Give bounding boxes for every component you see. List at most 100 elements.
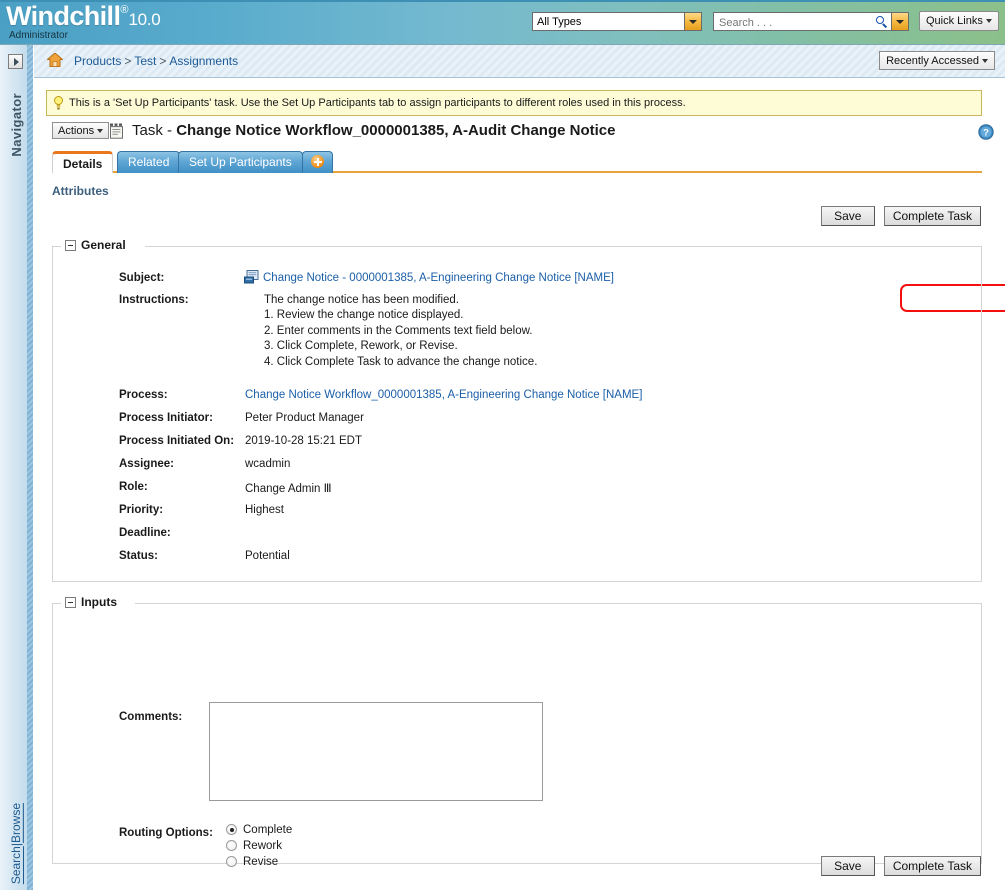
- routing-option-revise-label: Revise: [243, 856, 279, 868]
- type-filter-value: All Types: [537, 16, 582, 28]
- rail-links-separator: |: [9, 842, 23, 846]
- instructions-label: Instructions:: [119, 294, 189, 306]
- priority-label: Priority:: [119, 504, 164, 516]
- attributes-heading: Attributes: [52, 184, 109, 198]
- general-legend-label: General: [81, 238, 126, 252]
- type-filter-select[interactable]: All Types: [532, 12, 702, 31]
- collapse-toggle-icon[interactable]: [65, 597, 76, 609]
- rail-stripe: [27, 45, 33, 890]
- routing-option-complete[interactable]: Complete: [226, 824, 292, 836]
- subject-link[interactable]: Change Notice - 0000001385, A-Engineerin…: [263, 272, 614, 284]
- breadcrumb-separator: >: [124, 54, 132, 68]
- navigator-label: Navigator: [9, 93, 24, 157]
- process-label: Process:: [119, 389, 168, 401]
- actions-label: Actions: [58, 125, 95, 137]
- svg-text:?: ?: [983, 128, 989, 139]
- app-header: Windchill®10.0 Administrator All Types Q…: [0, 0, 1005, 45]
- process-initiator-label: Process Initiator:: [119, 412, 213, 424]
- instructions-line: 4. Click Complete Task to advance the ch…: [264, 355, 538, 368]
- radio-complete[interactable]: [226, 824, 237, 836]
- brand-name: Windchill: [6, 1, 121, 31]
- main-content: This is a 'Set Up Participants' task. Us…: [34, 78, 1005, 890]
- role-label: Role:: [119, 481, 148, 493]
- radio-rework[interactable]: [226, 840, 237, 852]
- tab-add[interactable]: [302, 151, 333, 173]
- recently-accessed-button[interactable]: Recently Accessed: [879, 51, 995, 70]
- brand-registered-mark: ®: [120, 4, 129, 16]
- tab-details[interactable]: Details: [52, 151, 114, 173]
- tab-related-label: Related: [128, 155, 170, 169]
- help-icon[interactable]: ?: [978, 124, 994, 140]
- process-initiated-on-label: Process Initiated On:: [119, 435, 235, 447]
- inputs-legend-label: Inputs: [81, 595, 117, 609]
- chevron-down-icon: [985, 19, 992, 24]
- process-link[interactable]: Change Notice Workflow_0000001385, A-Eng…: [245, 389, 642, 401]
- app-logo: Windchill®10.0: [6, 1, 161, 32]
- instructions-line: 3. Click Complete, Rework, or Revise.: [264, 340, 458, 353]
- tab-bar: Details Related Set Up Participants: [52, 151, 982, 173]
- complete-task-button[interactable]: Complete Task: [883, 206, 981, 226]
- current-user-label: Administrator: [9, 30, 68, 41]
- browse-link[interactable]: Browse: [9, 803, 23, 843]
- search-input[interactable]: [717, 15, 873, 30]
- process-initiator-value: Peter Product Manager: [245, 412, 364, 424]
- instructions-line: 1. Review the change notice displayed.: [264, 309, 464, 322]
- top-button-row: Save Complete Task: [815, 206, 981, 226]
- routing-option-complete-label: Complete: [243, 824, 293, 836]
- add-tab-icon: [311, 155, 324, 169]
- search-options-chevron-down-icon[interactable]: [891, 13, 908, 30]
- search-icon[interactable]: [872, 13, 891, 30]
- expand-right-icon[interactable]: [8, 54, 23, 69]
- routing-options-label: Routing Options:: [119, 827, 213, 839]
- general-section: General Subject: Change Notice - 0000001…: [52, 238, 982, 582]
- collapse-toggle-icon[interactable]: [65, 240, 76, 252]
- tab-set-up-participants[interactable]: Set Up Participants: [178, 151, 303, 173]
- routing-option-revise[interactable]: Revise: [226, 856, 278, 868]
- routing-option-rework[interactable]: Rework: [226, 840, 282, 852]
- recently-accessed-label: Recently Accessed: [886, 55, 979, 67]
- page-title-prefix: Task -: [132, 122, 177, 139]
- page-title: Task - Change Notice Workflow_0000001385…: [132, 122, 615, 139]
- instructions-line: The change notice has been modified.: [264, 294, 459, 306]
- quick-links-label: Quick Links: [926, 15, 983, 27]
- brand-version: 10.0: [128, 10, 161, 29]
- info-banner-text: This is a 'Set Up Participants' task. Us…: [69, 97, 686, 109]
- save-button[interactable]: Save: [820, 206, 875, 226]
- tab-related[interactable]: Related: [117, 151, 181, 173]
- status-label: Status:: [119, 550, 158, 562]
- inputs-legend: Inputs: [63, 595, 123, 609]
- radio-revise[interactable]: [226, 856, 237, 868]
- subject-label: Subject:: [119, 272, 165, 284]
- comments-label: Comments:: [119, 711, 183, 723]
- quick-links-button[interactable]: Quick Links: [919, 11, 999, 31]
- info-banner: This is a 'Set Up Participants' task. Us…: [46, 90, 982, 116]
- breadcrumb-separator: >: [159, 54, 167, 68]
- lightbulb-icon: [54, 96, 63, 110]
- chevron-down-icon: [97, 129, 104, 134]
- home-icon[interactable]: [47, 53, 63, 67]
- search-link[interactable]: Search: [9, 846, 23, 884]
- process-initiated-on-value: 2019-10-28 15:21 EDT: [245, 435, 362, 447]
- actions-button[interactable]: Actions: [52, 122, 110, 139]
- tab-set-up-participants-label: Set Up Participants: [189, 155, 292, 169]
- instructions-text: The change notice has been modified. 1. …: [264, 293, 537, 370]
- bottom-button-row: Save Complete Task: [815, 856, 981, 876]
- role-value: Change Admin Ⅲ: [245, 483, 332, 495]
- breadcrumb-bar: Products > Test > Assignments Recently Acces…: [34, 45, 1005, 78]
- breadcrumb-item-test[interactable]: Test: [134, 54, 156, 68]
- routing-option-rework-label: Rework: [243, 840, 282, 852]
- chevron-down-icon: [982, 59, 988, 64]
- priority-value: Highest: [245, 504, 284, 516]
- deadline-label: Deadline:: [119, 527, 171, 539]
- breadcrumb-item-products[interactable]: Products: [74, 54, 121, 68]
- task-icon: [110, 123, 123, 139]
- inputs-section: Inputs Comments: Routing Options: Comple…: [52, 595, 982, 868]
- chevron-down-icon[interactable]: [684, 13, 701, 30]
- search-box[interactable]: [713, 12, 909, 31]
- complete-task-button-bottom[interactable]: Complete Task: [883, 856, 981, 876]
- comments-input[interactable]: [209, 702, 543, 801]
- breadcrumb-item-assignments[interactable]: Assignments: [169, 54, 238, 68]
- rail-links: Search|Browse: [9, 803, 23, 884]
- change-notice-icon: [244, 270, 259, 284]
- save-button-bottom[interactable]: Save: [820, 856, 875, 876]
